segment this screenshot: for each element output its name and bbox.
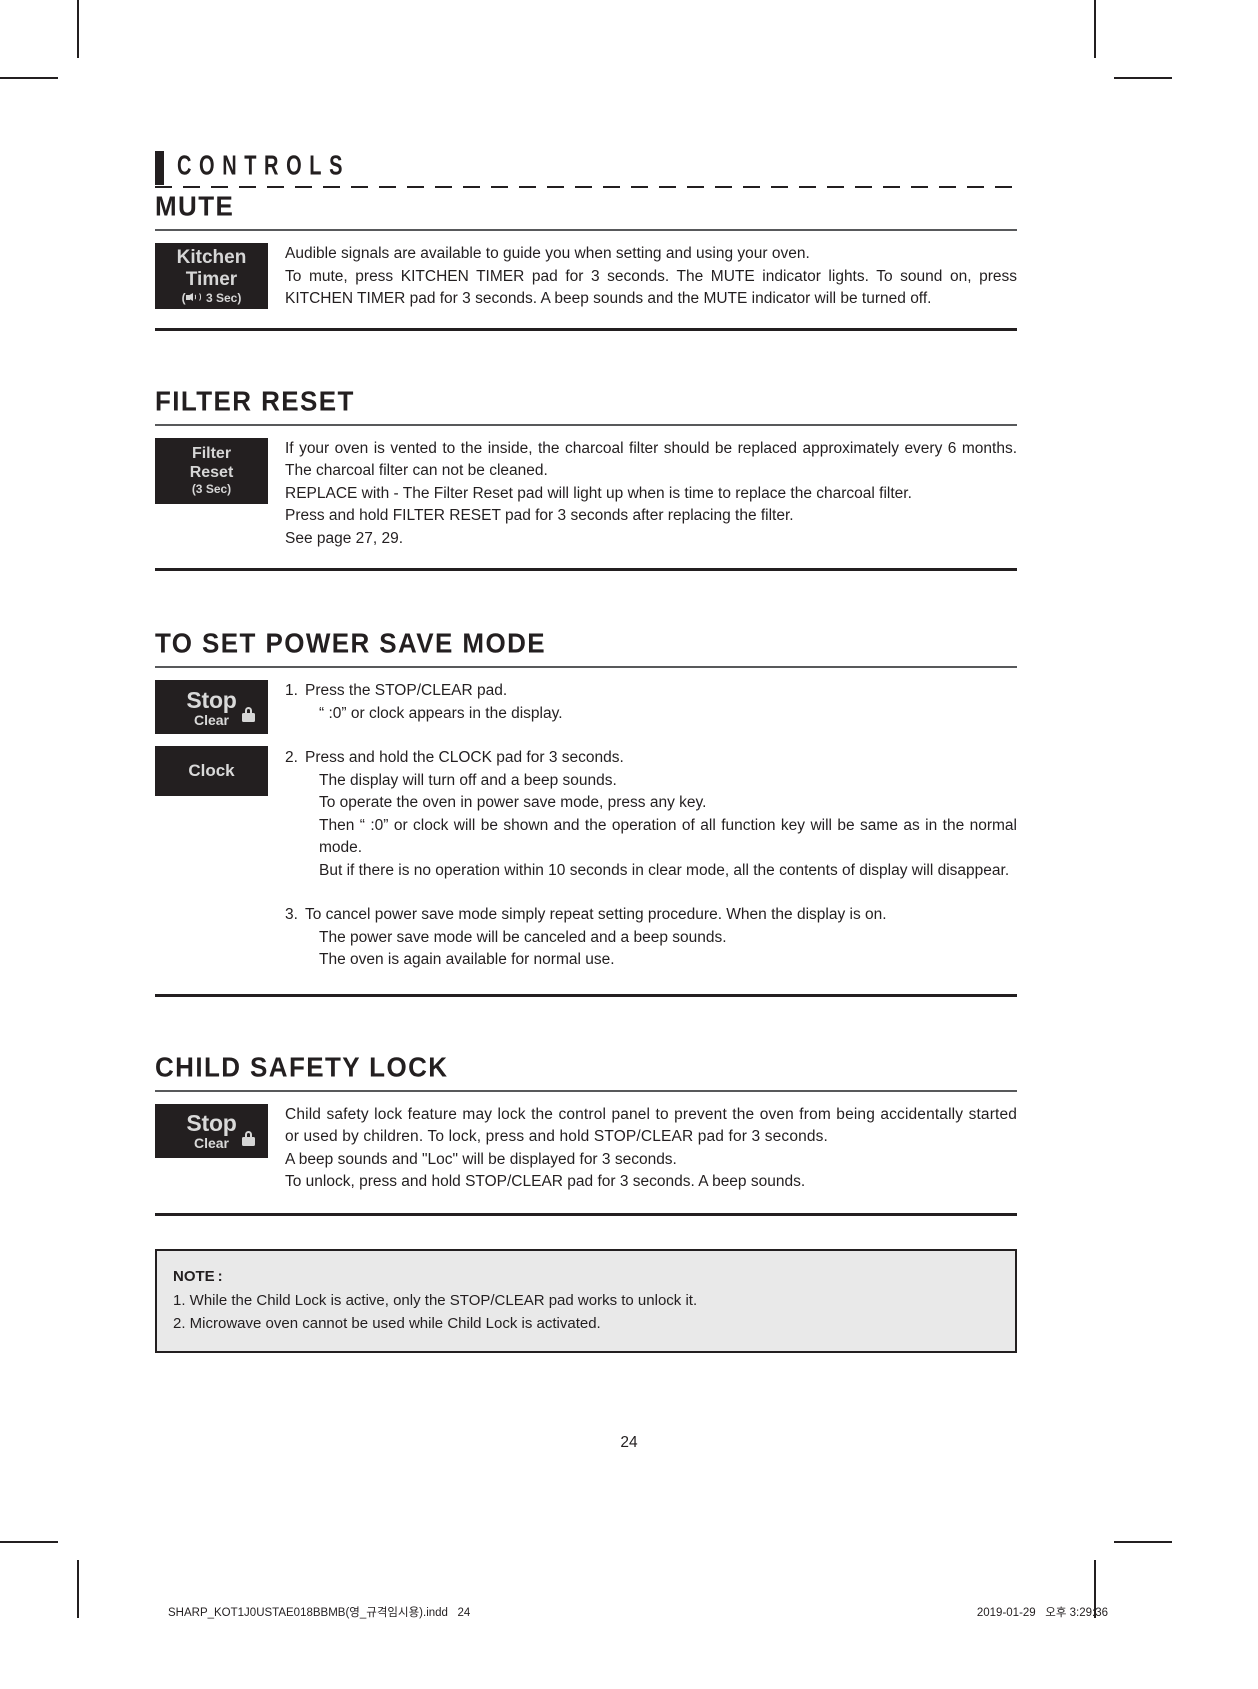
footer-timestamp: 2019-01-29 오후 3:29:36 <box>976 1607 1108 1619</box>
power-save-step-2-line-3: To operate the oven in power save mode, … <box>319 794 707 811</box>
page-content: CONTROLS MUTE Kitchen Timer ( 3 Sec) Aud… <box>155 148 1017 1353</box>
power-save-step-2-line-2: The display will turn off and a beep sou… <box>319 771 617 789</box>
section-body-mute: Kitchen Timer ( 3 Sec) Audible signals a… <box>155 243 1017 311</box>
filter-reset-paragraph-2: REPLACE with - The Filter Reset pad will… <box>285 484 912 502</box>
mute-text: Audible signals are available to guide y… <box>285 243 1017 311</box>
filter-reset-pad-line2: Reset <box>189 463 234 481</box>
note-title: NOTE : <box>173 1267 223 1285</box>
section-body-power-save: Stop Clear Clock 1. Press the STOP/CLEAR… <box>155 680 1017 972</box>
power-save-pad-column: Stop Clear Clock <box>155 680 285 796</box>
mute-paragraph-2: To mute, press KITCHEN TIMER pad for 3 s… <box>285 267 1017 308</box>
stop-clear-pad-child-lock[interactable]: Stop Clear <box>155 1103 268 1158</box>
section-body-filter-reset: Filter Reset (3 Sec) If your oven is ven… <box>155 437 1017 551</box>
filter-reset-paragraph-3: Press and hold FILTER RESET pad for 3 se… <box>285 507 794 524</box>
filter-reset-pad-line3: (3 Sec) <box>191 482 232 497</box>
kitchen-timer-pad-line2: Timer <box>185 268 238 290</box>
speaker-icon <box>185 292 203 303</box>
filter-reset-text: If your oven is vented to the inside, th… <box>285 438 1017 551</box>
kitchen-timer-pad-line3: ( 3 Sec) <box>182 291 242 307</box>
filter-reset-pad[interactable]: Filter Reset (3 Sec) <box>155 437 268 504</box>
child-safety-lock-paragraph-1: Child safety lock feature may lock the c… <box>285 1105 1017 1146</box>
kitchen-timer-pad[interactable]: Kitchen Timer ( 3 Sec) <box>155 243 268 309</box>
section-heading-filter-reset: FILTER RESET <box>155 384 355 417</box>
power-save-step-3-line-3: The oven is again available for normal u… <box>319 951 615 968</box>
running-head-bar <box>155 151 164 185</box>
clock-pad-label: Clock <box>188 761 235 780</box>
power-save-step-3-line-2: The power save mode will be canceled and… <box>319 928 727 946</box>
power-save-step-1-line-1: Press the STOP/CLEAR pad. <box>305 682 508 699</box>
power-save-step-1-line-2: “ :0” or clock appears in the display. <box>319 704 563 722</box>
lock-icon <box>242 707 255 722</box>
kitchen-timer-duration: 3 Sec) <box>205 290 242 305</box>
filter-reset-paragraph-4: See page 27, 29. <box>285 529 404 547</box>
crop-mark-top-right-horizontal <box>1114 77 1172 79</box>
document-page: CONTROLS MUTE Kitchen Timer ( 3 Sec) Aud… <box>0 0 1258 1689</box>
section-heading-power-save: TO SET POWER SAVE MODE <box>155 626 546 659</box>
note-item-1: 1. While the Child Lock is active, only … <box>173 1291 698 1309</box>
lock-icon <box>242 1130 255 1146</box>
power-save-text: 1. Press the STOP/CLEAR pad. “ :0” or cl… <box>285 680 1017 972</box>
footer-file-imprint: SHARP_KOT1J0USTAE018BBMB(영_규격임시용).indd 2… <box>168 1607 471 1619</box>
running-head: CONTROLS <box>155 148 1017 192</box>
power-save-step-3-line-1: To cancel power save mode simply repeat … <box>305 906 887 923</box>
child-safety-lock-paragraph-2: A beep sounds and "Loc" will be displaye… <box>285 1150 677 1168</box>
power-save-step-2-line-5: But if there is no operation within 10 s… <box>319 861 1010 879</box>
stop-clear-pad-line2: Clear <box>193 711 230 728</box>
crop-mark-bottom-right-horizontal <box>1114 1541 1172 1543</box>
child-lock-pad-column: Stop Clear <box>155 1103 285 1158</box>
page-number: 24 <box>620 1434 638 1451</box>
clock-pad[interactable]: Clock <box>155 746 268 796</box>
stop-clear-pad-line1: Stop <box>186 686 237 713</box>
mute-pad-column: Kitchen Timer ( 3 Sec) <box>155 243 285 309</box>
kitchen-timer-pad-line1: Kitchen <box>176 246 247 268</box>
crop-mark-top-right-vertical <box>1094 0 1096 58</box>
child-safety-lock-paragraph-3: To unlock, press and hold STOP/CLEAR pad… <box>285 1173 806 1190</box>
stop-clear-pad-power-save[interactable]: Stop Clear <box>155 680 268 734</box>
stop-clear-pad-line1: Stop <box>186 1110 237 1137</box>
power-save-step-3: 3. To cancel power save mode simply repe… <box>285 904 1017 972</box>
power-save-step-2-line-4: Then “ :0” or clock will be shown and th… <box>319 816 1017 857</box>
mute-paragraph-1: Audible signals are available to guide y… <box>285 245 810 262</box>
filter-reset-pad-column: Filter Reset (3 Sec) <box>155 437 285 504</box>
power-save-step-1-number: 1. <box>285 682 298 699</box>
crop-mark-bottom-left-vertical <box>77 1560 79 1618</box>
power-save-step-2-line-1: Press and hold the CLOCK pad for 3 secon… <box>305 749 624 766</box>
section-heading-child-safety-lock: CHILD SAFETY LOCK <box>155 1050 449 1083</box>
filter-reset-paragraph-1: If your oven is vented to the inside, th… <box>285 439 1017 480</box>
crop-mark-bottom-left-horizontal <box>0 1541 58 1543</box>
running-head-dashed-rule <box>155 186 1017 188</box>
running-head-title: CONTROLS <box>177 150 351 182</box>
power-save-step-1: 1. Press the STOP/CLEAR pad. “ :0” or cl… <box>285 680 1017 725</box>
power-save-step-2: 2. Press and hold the CLOCK pad for 3 se… <box>285 747 1017 882</box>
section-body-child-safety-lock: Stop Clear Child safety lock feature may… <box>155 1103 1017 1194</box>
power-save-step-2-number: 2. <box>285 749 298 766</box>
note-item-2: 2. Microwave oven cannot be used while C… <box>173 1314 601 1332</box>
section-heading-mute: MUTE <box>155 189 235 222</box>
filter-reset-pad-line1: Filter <box>191 445 232 463</box>
power-save-step-3-number: 3. <box>285 906 298 923</box>
child-safety-lock-text: Child safety lock feature may lock the c… <box>285 1104 1017 1194</box>
note-box: NOTE : 1. While the Child Lock is active… <box>155 1248 1017 1353</box>
stop-clear-pad-line2: Clear <box>193 1135 230 1152</box>
crop-mark-top-left-vertical <box>77 0 79 58</box>
crop-mark-top-left-horizontal <box>0 77 58 79</box>
